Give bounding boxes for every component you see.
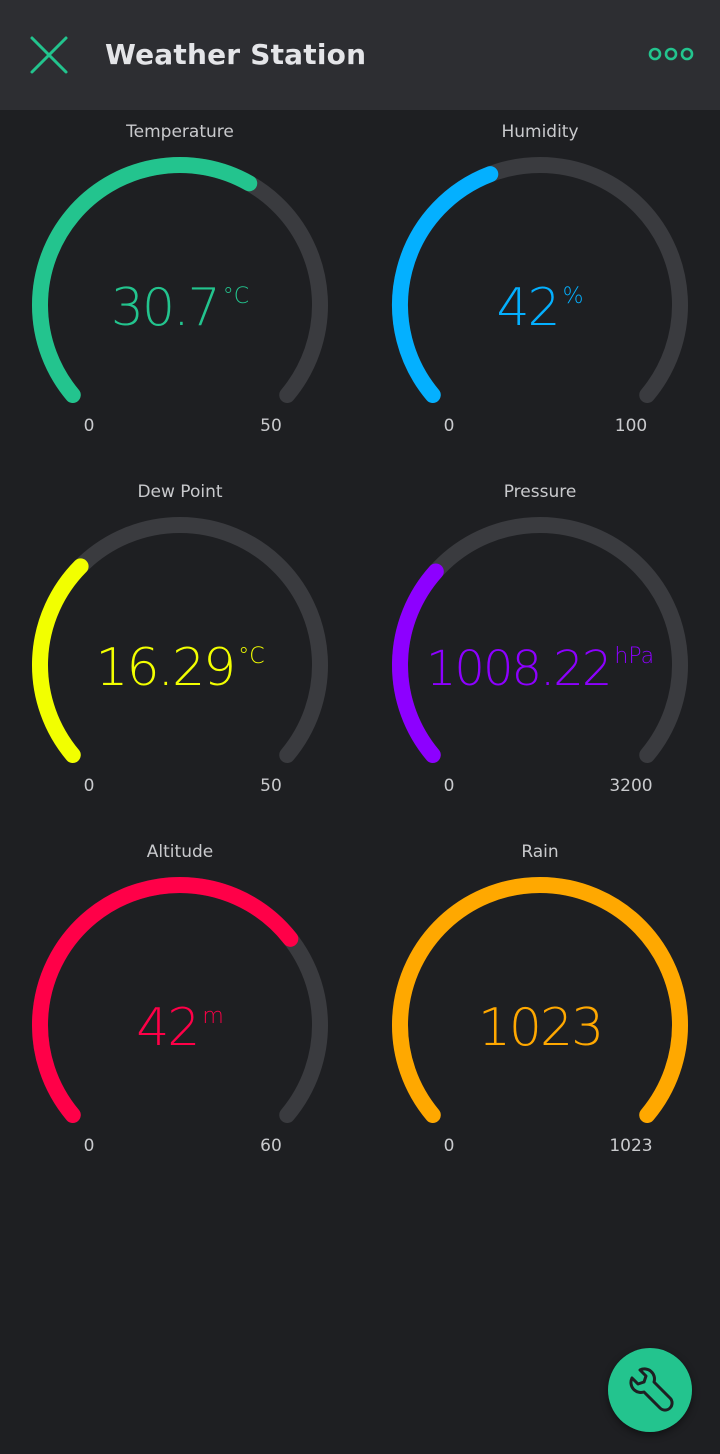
gauge-min: 0 [84,1136,95,1156]
gauge-value: 1023 [478,998,602,1058]
gauge-rain[interactable]: Rain 1023 0 1023 [392,842,688,1156]
gauge-max: 3200 [609,776,652,796]
gauge-value: 30.7 °C [111,278,249,338]
gauge-value: 42% [496,278,583,338]
gauge-pressure[interactable]: Pressure 1008.22 hPa 0 3200 [392,482,688,796]
gauge-value: 1008.22 hPa [426,641,654,697]
gauge-label: Pressure [504,482,577,502]
gauge-max: 50 [260,776,282,796]
wrench-icon [629,1367,674,1412]
gauge-fill [392,166,499,403]
gauge-min: 0 [444,1136,455,1156]
gauge-label: Temperature [125,122,234,142]
gauge-max: 50 [260,416,282,436]
gauge-value: 42 m [136,998,224,1058]
gauge-fill [32,558,89,763]
gauge-min: 0 [84,776,95,796]
gauge-dew-point[interactable]: Dew Point 16.29 °C 0 50 [32,482,328,796]
gauge-min: 0 [444,776,455,796]
gauge-track [392,517,688,763]
gauge-grid: Temperature 30.7 °C 0 50 Humidity 42% 0 1… [31,122,688,1156]
gauge-label: Humidity [501,122,578,142]
gauge-max: 60 [260,1136,282,1156]
gauge-altitude[interactable]: Altitude 42 m 0 60 [32,842,328,1156]
settings-fab[interactable] [608,1348,692,1432]
gauge-label: Altitude [147,842,213,862]
gauge-max: 100 [615,416,647,436]
gauge-max: 1023 [609,1136,652,1156]
gauge-min: 0 [444,416,455,436]
gauge-min: 0 [84,416,95,436]
gauge-humidity[interactable]: Humidity 42% 0 100 [392,122,688,436]
gauge-value: 16.29 °C [95,638,264,698]
gauge-label: Dew Point [137,482,222,502]
gauge-temperature[interactable]: Temperature 30.7 °C 0 50 [31,122,328,436]
gauge-label: Rain [521,842,558,862]
